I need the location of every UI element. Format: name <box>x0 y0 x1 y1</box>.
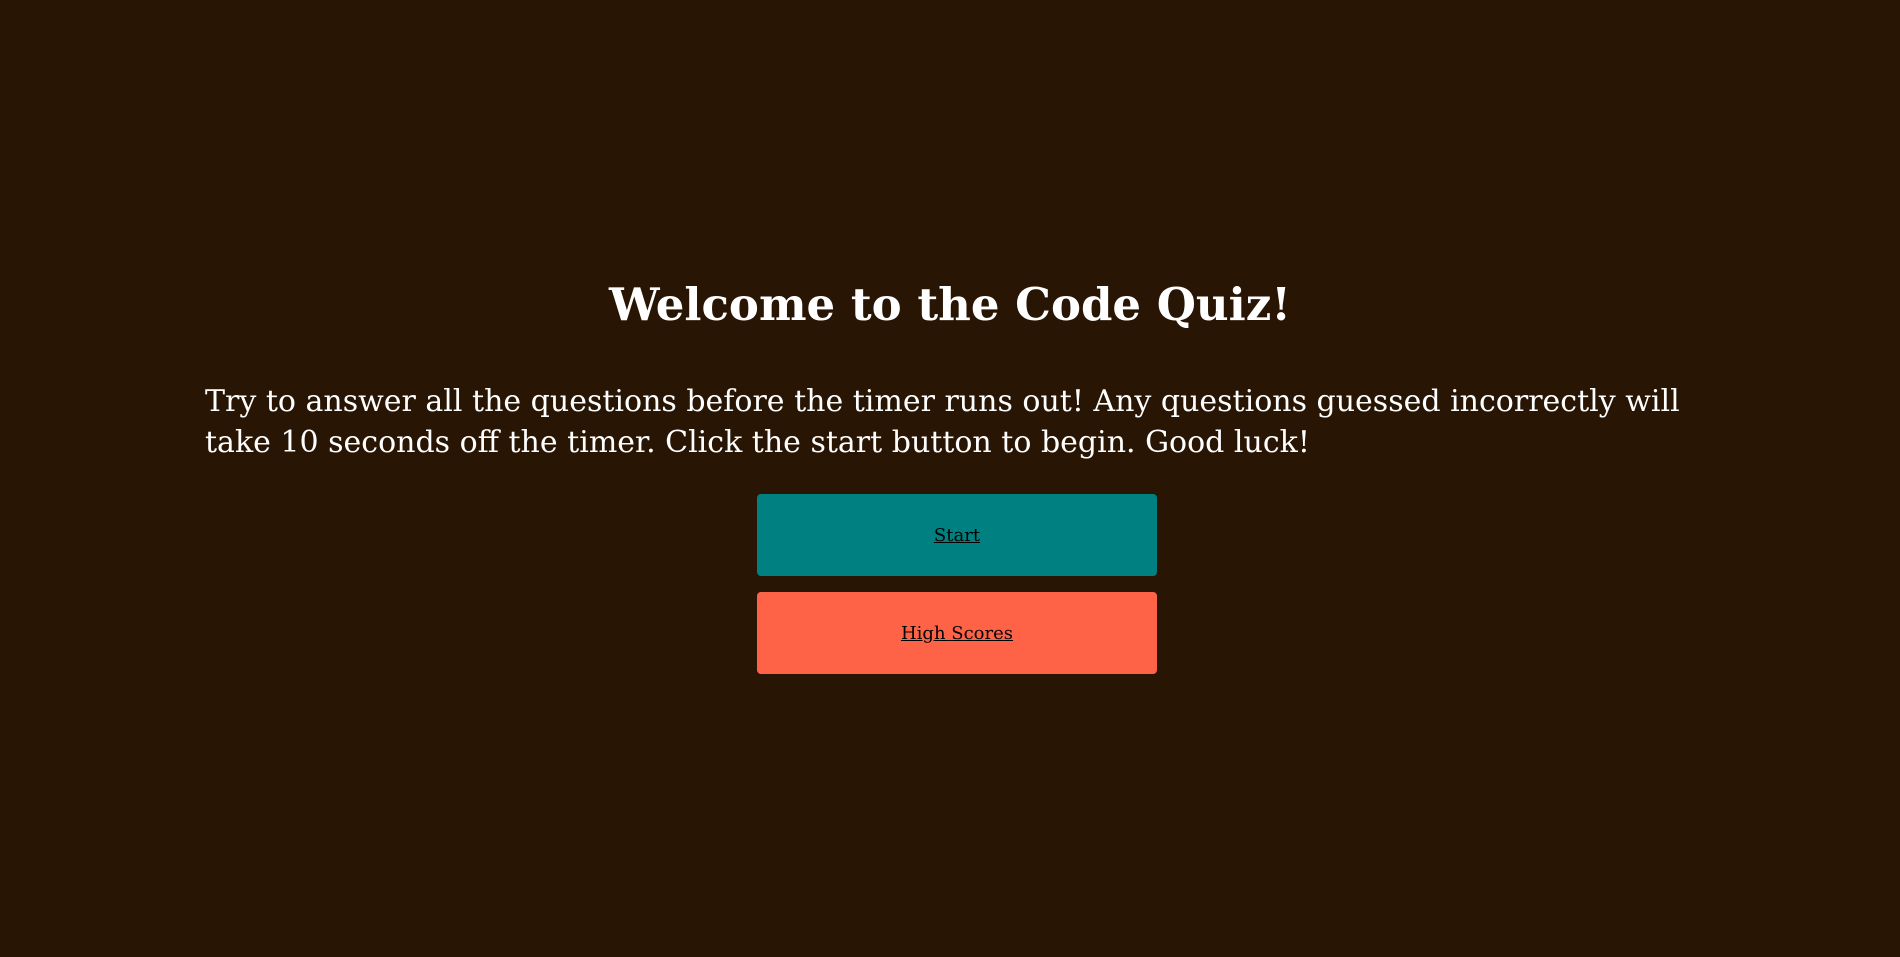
quiz-welcome-page: Welcome to the Code Quiz! Try to answer … <box>0 0 1900 957</box>
start-button-label: Start <box>933 524 981 546</box>
high-scores-button[interactable]: High Scores <box>757 592 1157 674</box>
intro-text: Try to answer all the questions before t… <box>205 384 1680 460</box>
page-title: Welcome to the Code Quiz! <box>608 278 1292 331</box>
start-button[interactable]: Start <box>757 494 1157 576</box>
high-scores-button-label: High Scores <box>900 622 1014 644</box>
